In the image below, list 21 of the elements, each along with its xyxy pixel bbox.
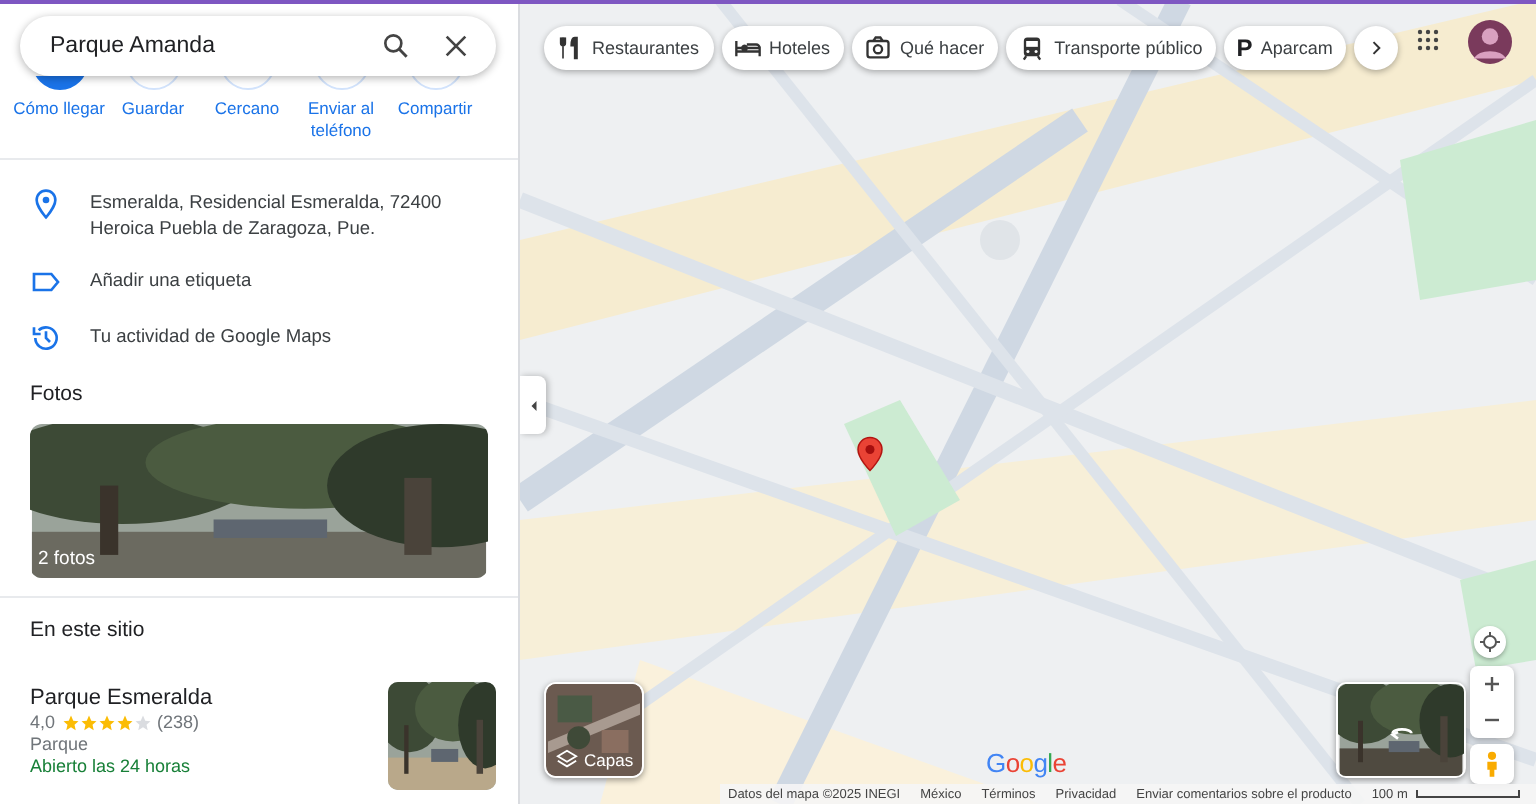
search-icon[interactable]: [380, 30, 412, 62]
history-icon: [30, 322, 62, 354]
section-title: Fotos: [30, 382, 85, 406]
action-button[interactable]: Guardar: [106, 76, 200, 142]
opening-hours: Abierto las 24 horas: [30, 756, 193, 776]
close-icon[interactable]: [440, 30, 472, 62]
address-text: Esmeralda, Residencial Esmeralda, 72400 Heroica Puebla de Zaragoza, Pue.: [90, 190, 444, 242]
search-field[interactable]: Parque Amanda: [20, 16, 496, 76]
action-button[interactable]: Cómo llegar: [12, 76, 106, 142]
action-button[interactable]: Compartir: [388, 76, 482, 142]
place-name[interactable]: Parque Esmeralda: [30, 686, 213, 710]
pin-icon: [30, 188, 62, 220]
place-type: Parque: [30, 734, 91, 754]
action-button[interactable]: Cercano: [200, 76, 294, 142]
detail-link[interactable]: Tu actividad de Google Maps: [90, 322, 498, 350]
review-count: (238): [157, 712, 200, 732]
photo-count: 2 fotos: [38, 548, 96, 570]
action-button[interactable]: Enviar al teléfono: [294, 76, 388, 142]
detail-link[interactable]: Añadir una etiqueta: [90, 266, 498, 294]
section-title: En este sitio: [30, 618, 147, 642]
rating-value: 4,0: [30, 712, 56, 732]
